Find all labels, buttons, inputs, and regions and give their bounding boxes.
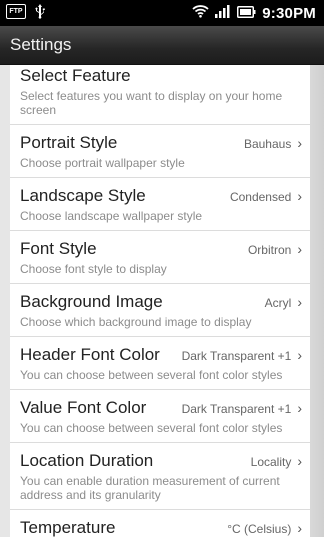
chevron-right-icon: › [297, 347, 302, 363]
battery-icon [237, 5, 256, 23]
wifi-icon [192, 4, 209, 23]
status-left: FTP [6, 4, 46, 19]
setting-subtitle: Choose font style to display [20, 262, 167, 276]
setting-title: Location Duration [20, 451, 154, 470]
setting-value-font-color[interactable]: Value Font Color Dark Transparent +1 › Yo… [10, 390, 310, 443]
setting-subtitle: Choose landscape wallpaper style [20, 209, 203, 223]
setting-landscape-style[interactable]: Landscape Style Condensed › Choose landsc… [10, 178, 310, 231]
setting-title: Value Font Color [20, 398, 147, 417]
chevron-right-icon: › [297, 400, 302, 416]
setting-location-duration[interactable]: Location Duration Locality › You can enab… [10, 443, 310, 510]
setting-subtitle: You can choose between several font colo… [20, 368, 283, 382]
setting-value-wrap: °C (Celsius) › [227, 520, 302, 536]
signal-icon [215, 4, 231, 23]
chevron-right-icon: › [297, 241, 302, 257]
setting-value-wrap: Dark Transparent +1 › [182, 347, 302, 363]
setting-value-wrap: Orbitron › [248, 241, 302, 257]
setting-background-image[interactable]: Background Image Acryl › Choose which bac… [10, 284, 310, 337]
setting-value-wrap: Dark Transparent +1 › [182, 400, 302, 416]
setting-subtitle: Choose which background image to display [20, 315, 252, 329]
setting-subtitle: Select features you want to display on y… [20, 89, 283, 117]
scrollbar-track[interactable] [310, 65, 324, 537]
setting-title: Font Style [20, 239, 97, 258]
setting-value: Locality [250, 455, 292, 469]
setting-subtitle: You can enable duration measurement of c… [20, 474, 280, 502]
status-right: 9:30PM [192, 4, 316, 23]
setting-value: Dark Transparent +1 [181, 349, 292, 363]
setting-title: Header Font Color [20, 345, 160, 364]
setting-value-wrap: Locality › [251, 453, 302, 469]
status-time: 9:30PM [262, 5, 316, 22]
setting-value: °C (Celsius) [227, 522, 292, 536]
chevron-right-icon: › [297, 520, 302, 536]
chevron-right-icon: › [297, 135, 302, 151]
chevron-right-icon: › [297, 294, 302, 310]
setting-subtitle: Choose portrait wallpaper style [20, 156, 185, 170]
settings-list[interactable]: Select Feature Select features you want … [0, 65, 324, 537]
setting-font-style[interactable]: Font Style Orbitron › Choose font style t… [10, 231, 310, 284]
setting-title: Portrait Style [20, 133, 118, 152]
setting-value: Condensed [229, 190, 292, 204]
setting-portrait-style[interactable]: Portrait Style Bauhaus › Choose portrait … [10, 125, 310, 178]
settings-list-inner: Select Feature Select features you want … [10, 65, 310, 537]
usb-icon [34, 4, 46, 19]
setting-value: Dark Transparent +1 [181, 402, 292, 416]
ftp-icon: FTP [6, 4, 26, 19]
setting-title: Temperature [20, 518, 116, 537]
setting-value: Acryl [264, 296, 292, 310]
setting-subtitle: You can choose between several font colo… [20, 421, 283, 435]
status-bar: FTP 9:30PM [0, 0, 324, 26]
setting-header-font-color[interactable]: Header Font Color Dark Transparent +1 › Y… [10, 337, 310, 390]
setting-title: Landscape Style [20, 186, 146, 205]
page-title: Settings [10, 35, 72, 54]
title-bar: Settings [0, 26, 324, 65]
setting-temperature[interactable]: Temperature °C (Celsius) › [10, 510, 310, 537]
setting-select-feature[interactable]: Select Feature Select features you want … [10, 65, 310, 125]
setting-value-wrap: Bauhaus › [244, 135, 302, 151]
setting-value-wrap: Condensed › [230, 188, 302, 204]
setting-value-wrap: Acryl › [265, 294, 302, 310]
setting-title: Select Feature [20, 66, 131, 85]
chevron-right-icon: › [297, 188, 302, 204]
chevron-right-icon: › [297, 453, 302, 469]
setting-title: Background Image [20, 292, 163, 311]
setting-value: Orbitron [247, 243, 292, 257]
setting-value: Bauhaus [243, 137, 292, 151]
